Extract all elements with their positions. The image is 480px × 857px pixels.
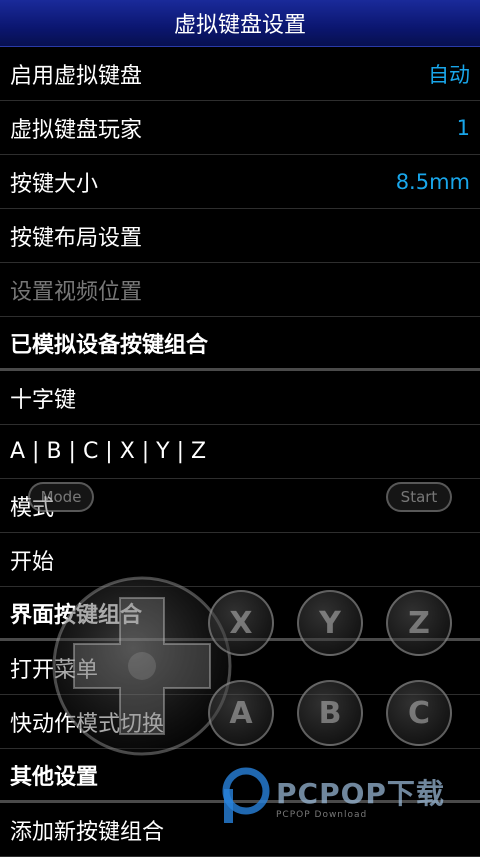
row-label: 快动作模式切换 — [10, 711, 165, 737]
row-label: 按键布局设置 — [10, 225, 143, 251]
row-virtual-keyboard-player[interactable]: 虚拟键盘玩家 1 — [0, 101, 480, 155]
row-label: 按键大小 — [10, 171, 99, 197]
b-button[interactable]: B — [297, 680, 363, 746]
row-button-layout[interactable]: 按键布局设置 — [0, 209, 480, 263]
row-label: A | B | C | X | Y | Z — [10, 439, 207, 464]
x-button[interactable]: X — [208, 590, 274, 656]
row-abcxyz[interactable]: A | B | C | X | Y | Z — [0, 425, 480, 479]
row-start[interactable]: 开始 — [0, 533, 480, 587]
pcpop-logo-icon — [218, 767, 270, 825]
row-value: 8.5mm — [395, 169, 470, 194]
row-label: 虚拟键盘玩家 — [10, 117, 143, 143]
row-video-position: 设置视频位置 — [0, 263, 480, 317]
section-title: 界面按键组合 — [10, 602, 143, 628]
section-title: 已模拟设备按键组合 — [10, 332, 209, 358]
row-enable-virtual-keyboard[interactable]: 启用虚拟键盘 自动 — [0, 47, 480, 101]
row-dpad[interactable]: 十字键 — [0, 371, 480, 425]
mode-button[interactable]: Mode — [28, 482, 94, 512]
section-header-emulated-buttons: 已模拟设备按键组合 — [0, 317, 480, 371]
row-value: 自动 — [428, 62, 470, 87]
z-button[interactable]: Z — [386, 590, 452, 656]
page-title: 虚拟键盘设置 — [173, 13, 306, 38]
row-label: 添加新按键组合 — [10, 819, 165, 845]
y-button[interactable]: Y — [297, 590, 363, 656]
title-bar: 虚拟键盘设置 — [0, 0, 480, 47]
watermark: PCPOP下载 PCPOP Download — [218, 766, 468, 826]
row-value: 1 — [456, 115, 470, 140]
row-label: 十字键 — [10, 387, 77, 413]
row-label: 开始 — [10, 549, 55, 575]
a-button[interactable]: A — [208, 680, 274, 746]
start-button[interactable]: Start — [386, 482, 452, 512]
row-label: 启用虚拟键盘 — [10, 63, 143, 89]
watermark-sub: PCPOP Download — [276, 810, 368, 820]
section-title: 其他设置 — [10, 764, 99, 790]
row-label: 设置视频位置 — [10, 279, 143, 305]
c-button[interactable]: C — [386, 680, 452, 746]
watermark-brand: PCPOP下载 — [276, 777, 445, 810]
row-label: 打开菜单 — [10, 657, 99, 683]
row-button-size[interactable]: 按键大小 8.5mm — [0, 155, 480, 209]
